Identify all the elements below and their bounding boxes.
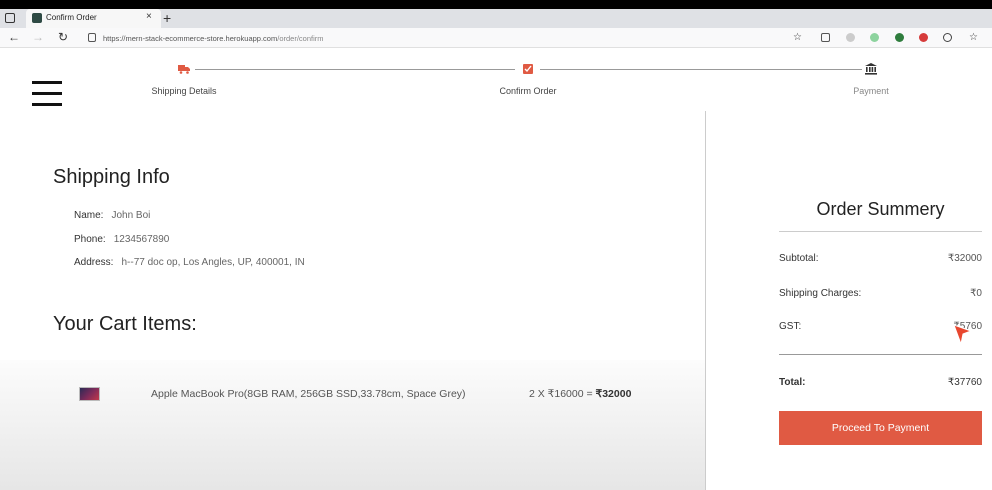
address-label: Address: [74, 257, 114, 268]
back-icon[interactable]: ← [8, 31, 20, 44]
summary-divider [779, 354, 982, 355]
checklist-icon [523, 64, 533, 74]
new-tab-button[interactable]: + [163, 10, 171, 26]
url-path: /order/confirm [277, 34, 324, 43]
extension-icon[interactable] [919, 33, 928, 42]
cart-item-band [0, 360, 705, 490]
extension-icon[interactable] [870, 33, 879, 42]
url-host: https://mern-stack-ecommerce-store.herok… [103, 34, 278, 43]
order-summary-title: Order Summery [816, 199, 945, 219]
forward-icon[interactable]: → [32, 31, 44, 44]
mouse-cursor-icon [953, 324, 973, 346]
summary-divider [779, 231, 982, 232]
name-label: Name: [74, 210, 104, 221]
shipping-phone-row: Phone: 1234567890 [74, 234, 169, 245]
product-total: ₹32000 [595, 388, 632, 400]
extension-icon[interactable] [895, 33, 904, 42]
tab-actions-icon[interactable] [5, 13, 15, 23]
bank-icon [865, 63, 877, 75]
menu-icon[interactable] [32, 81, 62, 114]
gst-label: GST: [779, 321, 802, 332]
stepper-connector [540, 69, 862, 70]
refresh-icon[interactable]: ↻ [58, 31, 68, 44]
lock-icon [88, 33, 96, 42]
address-bar: ← → ↻ https://mern-stack-ecommerce-store… [0, 28, 992, 48]
window-top-bar [0, 0, 992, 9]
column-divider [705, 111, 706, 490]
total-row: Total: ₹37760 [779, 377, 982, 388]
step-shipping-details: Shipping Details [151, 86, 217, 96]
favicon-icon [32, 13, 42, 23]
total-label: Total: [779, 377, 806, 388]
extension-icon[interactable] [821, 33, 830, 42]
product-image [79, 387, 100, 401]
product-qty-price: 2 X ₹16000 = [529, 388, 596, 400]
browser-tab[interactable]: Confirm Order × [26, 9, 161, 28]
gst-row: GST: ₹5760 [779, 321, 982, 332]
cart-items-title: Your Cart Items: [53, 313, 197, 335]
address-value: h--77 doc op, Los Angles, UP, 400001, IN [121, 257, 305, 268]
total-value: ₹37760 [947, 377, 982, 388]
shipping-charges-value: ₹0 [970, 288, 982, 299]
subtotal-value: ₹32000 [947, 253, 982, 264]
tab-strip: Confirm Order × + [0, 9, 992, 28]
phone-value: 1234567890 [113, 234, 170, 245]
product-price: 2 X ₹16000 = ₹32000 [529, 388, 631, 400]
subtotal-row: Subtotal: ₹32000 [779, 253, 982, 264]
shipping-info-title: Shipping Info [53, 166, 170, 188]
favorite-star-icon[interactable]: ☆ [793, 31, 802, 44]
tab-title: Confirm Order [46, 13, 97, 22]
url-field[interactable]: https://mern-stack-ecommerce-store.herok… [78, 30, 812, 46]
step-confirm-order: Confirm Order [499, 86, 557, 96]
shield-icon[interactable] [846, 33, 855, 42]
shipping-address-row: Address: h--77 doc op, Los Angles, UP, 40… [74, 257, 305, 268]
shipping-charges-row: Shipping Charges: ₹0 [779, 288, 982, 299]
product-name-link[interactable]: Apple MacBook Pro(8GB RAM, 256GB SSD,33.… [151, 388, 466, 400]
extension-icon[interactable] [943, 33, 952, 42]
name-value: John Boi [111, 210, 151, 221]
subtotal-label: Subtotal: [779, 253, 819, 264]
stepper-connector [195, 69, 515, 70]
favorites-icon[interactable]: ☆ [969, 31, 978, 44]
proceed-to-payment-button[interactable]: Proceed To Payment [779, 411, 982, 445]
shipping-charges-label: Shipping Charges: [779, 288, 862, 299]
shipping-name-row: Name: John Boi [74, 210, 150, 221]
truck-icon [178, 65, 190, 74]
url-text: https://mern-stack-ecommerce-store.herok… [103, 34, 324, 43]
phone-label: Phone: [74, 234, 106, 245]
step-payment: Payment [853, 86, 889, 96]
tab-close-icon[interactable]: × [146, 11, 152, 22]
